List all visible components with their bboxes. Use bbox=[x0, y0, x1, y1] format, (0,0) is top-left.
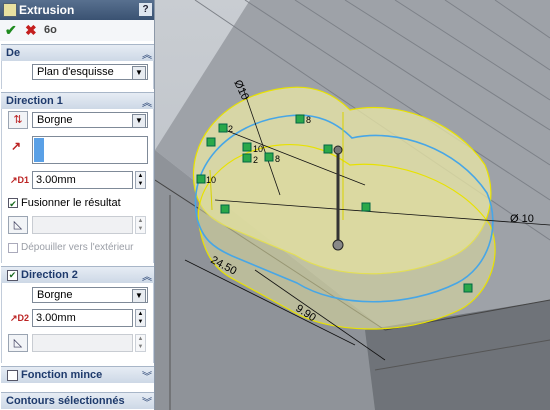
depth-spinner[interactable]: ▲ ▼ bbox=[135, 171, 146, 189]
start-condition-select[interactable]: Plan d'esquisse ▼ bbox=[32, 64, 148, 80]
ok-button[interactable]: ✔ bbox=[5, 22, 17, 39]
merge-checkbox[interactable]: ✔ bbox=[8, 198, 18, 209]
model-view[interactable]: Ø10 Ø 10 24.50 9.90 2 8 10 2 8 10 bbox=[155, 0, 550, 410]
section-direction1-title: Direction 1 bbox=[6, 95, 63, 107]
chevron-down-icon[interactable]: ▼ bbox=[132, 114, 146, 128]
relation-label: 2 bbox=[228, 124, 233, 134]
selection-highlight bbox=[34, 138, 44, 162]
action-bar: ✔ ✖ 6o bbox=[0, 20, 154, 41]
relation-label: 10 bbox=[206, 175, 216, 185]
section-contours-header[interactable]: Contours sélectionnés ︾ bbox=[1, 392, 154, 409]
section-thin-title: Fonction mince bbox=[21, 369, 103, 381]
section-direction1-header[interactable]: Direction 1 ︽ bbox=[1, 92, 154, 109]
section-de-title: De bbox=[6, 47, 21, 59]
graphics-viewport[interactable]: Ø10 Ø 10 24.50 9.90 2 8 10 2 8 10 bbox=[155, 0, 550, 410]
section-direction2-header[interactable]: ✔ Direction 2 ︽ bbox=[1, 266, 154, 283]
draft2-spinner[interactable]: ▲ ▼ bbox=[135, 334, 146, 352]
depth2-icon: ↗D2 bbox=[10, 313, 30, 323]
relation-label: 10 bbox=[253, 144, 263, 154]
end-condition2-select[interactable]: Borgne ▼ bbox=[32, 287, 148, 303]
draft-spinner[interactable]: ▲ ▼ bbox=[135, 216, 146, 234]
depth-icon: ↗D1 bbox=[10, 175, 30, 185]
start-condition-value: Plan d'esquisse bbox=[37, 66, 114, 78]
direction-reverse-icon[interactable]: ⇅ bbox=[8, 111, 28, 129]
direction-handle[interactable] bbox=[332, 239, 344, 251]
draft-angle-input[interactable] bbox=[32, 216, 133, 234]
end-condition2-value: Borgne bbox=[37, 289, 73, 301]
chevron-down-icon[interactable]: ▼ bbox=[132, 289, 146, 303]
collapse-icon: ︽ bbox=[142, 50, 152, 61]
thin-checkbox[interactable] bbox=[7, 370, 18, 381]
depth-input[interactable]: 3.00mm bbox=[32, 171, 133, 189]
expand-icon: ︾ bbox=[142, 398, 152, 409]
section-direction1-body: ⇅ Borgne ▼ ↗ ↗D1 3.00mm ▲ ▼ ✔ Fusionner l… bbox=[1, 109, 154, 263]
end-condition-value: Borgne bbox=[37, 114, 73, 126]
chevron-down-icon[interactable]: ▼ bbox=[132, 66, 146, 80]
draft-outward-checkbox[interactable] bbox=[8, 243, 18, 253]
collapse-icon: ︽ bbox=[142, 98, 152, 109]
section-direction2-body: Borgne ▼ ↗D2 3.00mm ▲ ▼ ◺ ▲ ▼ bbox=[1, 283, 154, 363]
preview-button[interactable]: 6o bbox=[44, 24, 57, 36]
extrude-feature-icon bbox=[3, 3, 17, 17]
diameter-dimension-right[interactable]: Ø 10 bbox=[510, 213, 534, 225]
end-condition-select[interactable]: Borgne ▼ bbox=[32, 112, 148, 128]
draft-outward-label: Dépouiller vers l'extérieur bbox=[21, 242, 134, 253]
direction2-checkbox[interactable]: ✔ bbox=[7, 270, 18, 281]
draft-icon[interactable]: ◺ bbox=[8, 216, 28, 234]
direction-selection-box[interactable] bbox=[32, 136, 148, 164]
section-thin-header[interactable]: Fonction mince ︾ bbox=[1, 366, 154, 383]
section-contours-title: Contours sélectionnés bbox=[6, 395, 125, 407]
depth2-input[interactable]: 3.00mm bbox=[32, 309, 133, 327]
expand-icon: ︾ bbox=[142, 372, 152, 383]
feature-title: Extrusion bbox=[19, 3, 75, 17]
spacer bbox=[1, 383, 154, 391]
depth2-value: 3.00mm bbox=[36, 312, 76, 324]
cancel-button[interactable]: ✖ bbox=[25, 22, 37, 39]
collapse-icon: ︽ bbox=[142, 272, 152, 283]
depth2-spinner[interactable]: ▲ ▼ bbox=[135, 309, 146, 327]
property-manager: Extrusion ? ✔ ✖ 6o De ︽ Plan d'esquisse … bbox=[0, 0, 155, 410]
title-bar: Extrusion ? bbox=[0, 0, 154, 20]
merge-label: Fusionner le résultat bbox=[21, 197, 121, 209]
depth-value: 3.00mm bbox=[36, 174, 76, 186]
relation-label: 2 bbox=[253, 155, 258, 165]
direction-handle[interactable] bbox=[333, 145, 343, 155]
draft2-angle-input[interactable] bbox=[32, 334, 133, 352]
section-direction2-title: Direction 2 bbox=[21, 269, 78, 281]
direction-arrow-icon: ↗ bbox=[11, 139, 22, 153]
draft2-icon[interactable]: ◺ bbox=[8, 334, 28, 352]
section-de-header[interactable]: De ︽ bbox=[1, 44, 154, 61]
help-button[interactable]: ? bbox=[139, 3, 152, 16]
relation-label: 8 bbox=[275, 154, 280, 164]
section-de-body: Plan d'esquisse ▼ bbox=[1, 61, 154, 89]
relation-label: 8 bbox=[306, 115, 311, 125]
